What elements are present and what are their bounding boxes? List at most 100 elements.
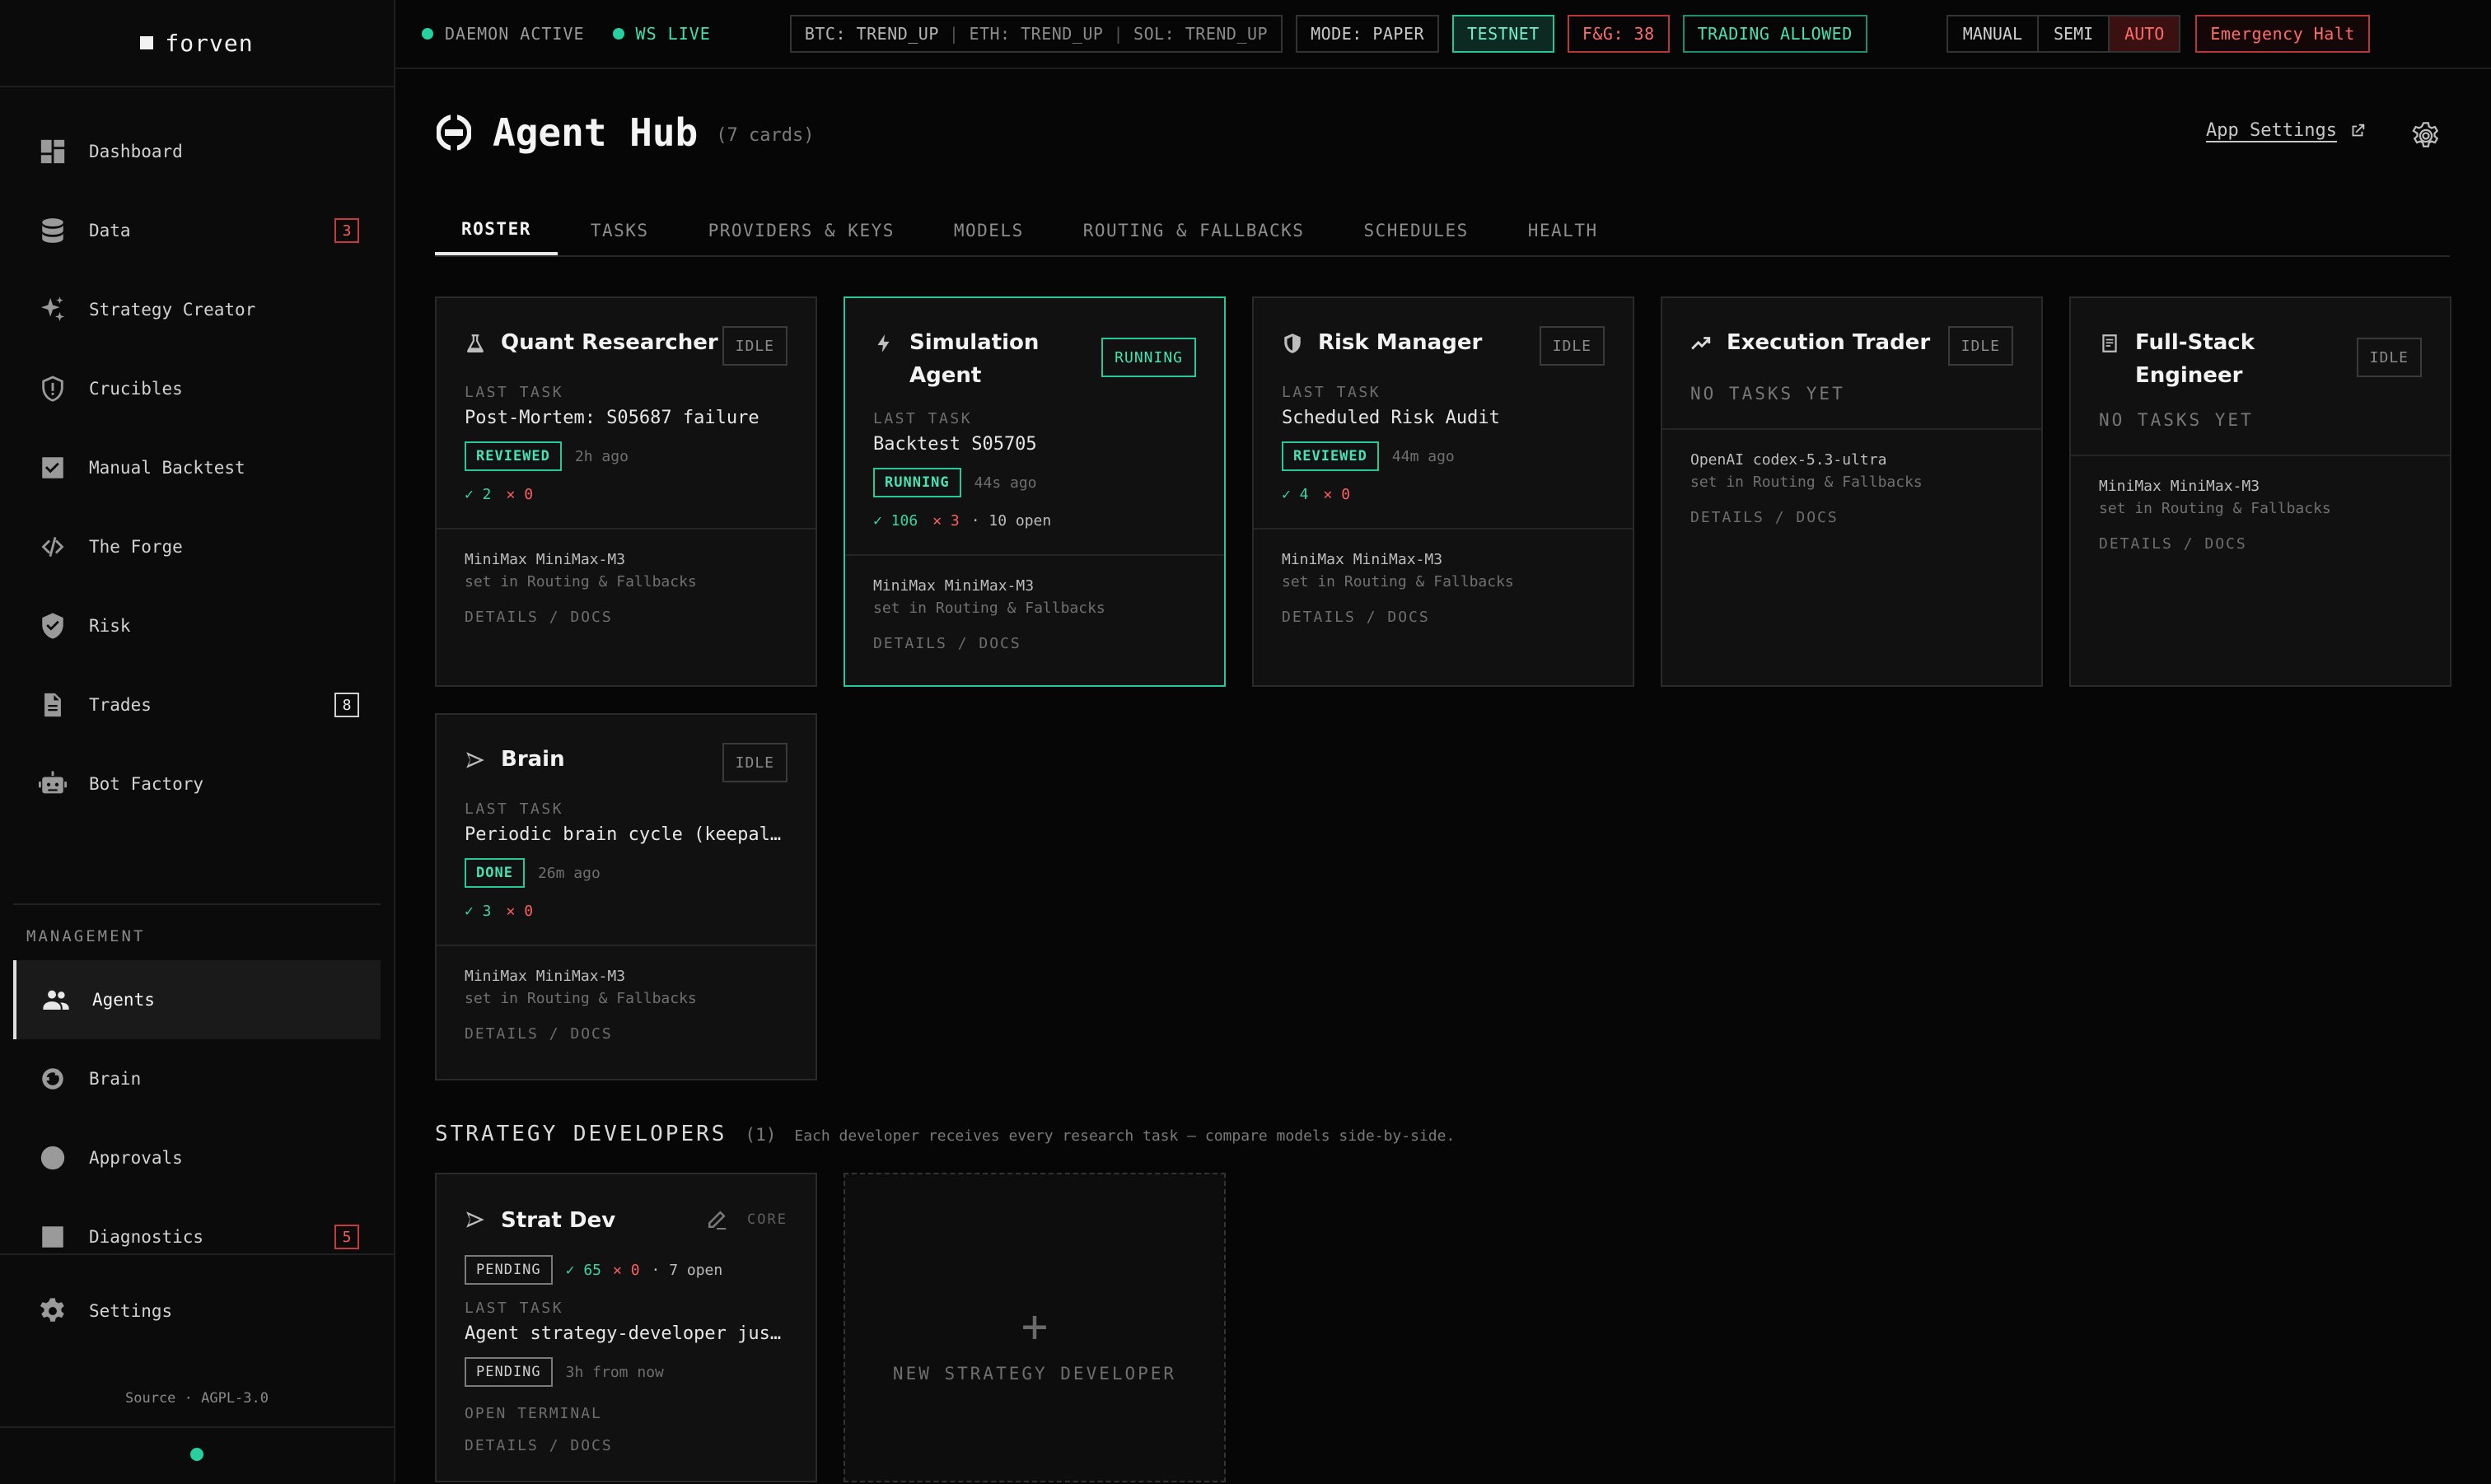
- agent-model: OpenAI codex-5.3-ultra: [1690, 451, 1887, 469]
- sidebar-item-manual-backtest[interactable]: Manual Backtest: [13, 428, 381, 507]
- ws-status-label: WS LIVE: [635, 24, 711, 44]
- sidebar-item-data[interactable]: Data 3: [13, 191, 381, 270]
- last-task-name: Scheduled Risk Audit: [1282, 408, 1500, 428]
- sidebar-item-dashboard[interactable]: Dashboard: [13, 112, 381, 191]
- tab-providers-keys[interactable]: PROVIDERS & KEYS: [682, 206, 921, 255]
- new-strategy-developer-button[interactable]: + NEW STRATEGY DEVELOPER: [844, 1173, 1226, 1482]
- agent-model: MiniMax MiniMax-M3: [465, 551, 626, 568]
- sidebar-item-label: Settings: [89, 1301, 173, 1321]
- shield-check-icon: [38, 611, 68, 641]
- sidebar-item-label: Data: [89, 221, 131, 240]
- agent-name: Quant Researcher: [501, 330, 718, 355]
- details-docs-link[interactable]: DETAILS / DOCS: [873, 635, 1196, 652]
- daemon-status: DAEMON ACTIVE: [422, 24, 585, 44]
- hub-tabs: ROSTER TASKS PROVIDERS & KEYS MODELS ROU…: [435, 206, 2450, 257]
- model-note: set in Routing & Fallbacks: [465, 573, 697, 590]
- fear-greed-badge: F&G: 38: [1567, 15, 1670, 53]
- last-task-label: LAST TASK: [465, 384, 564, 401]
- trades-count-badge: 8: [334, 693, 359, 717]
- mode-semi-button[interactable]: SEMI: [2039, 16, 2110, 51]
- data-count-badge: 3: [334, 218, 359, 243]
- sidebar-item-label: Dashboard: [89, 142, 183, 161]
- open-count: · 7 open: [651, 1261, 723, 1279]
- agent-name: Brain: [501, 747, 565, 772]
- brand-logo[interactable]: forven: [0, 0, 394, 87]
- agent-state-badge: IDLE: [1539, 326, 1605, 366]
- success-count: ✓ 106: [873, 512, 918, 530]
- success-count: ✓ 3: [465, 903, 492, 920]
- sol-trend: SOL: TREND_UP: [1133, 24, 1269, 44]
- edit-icon[interactable]: [704, 1207, 729, 1232]
- eth-trend: ETH: TREND_UP: [969, 24, 1104, 44]
- sidebar-item-bot-factory[interactable]: Bot Factory: [13, 744, 381, 824]
- sidebar-item-brain[interactable]: Brain: [13, 1039, 381, 1118]
- sidebar-item-settings[interactable]: Settings: [13, 1272, 381, 1351]
- section-title: STRATEGY DEVELOPERS: [435, 1122, 727, 1146]
- strategy-developer-card[interactable]: Strat Dev CORE PENDING ✓ 65 ✕ 0 · 7 open…: [435, 1173, 817, 1482]
- daemon-status-label: DAEMON ACTIVE: [445, 24, 585, 44]
- mode-auto-button[interactable]: AUTO: [2110, 16, 2180, 51]
- details-docs-link[interactable]: DETAILS / DOCS: [465, 1025, 787, 1043]
- task-time: 3h from now: [565, 1363, 664, 1381]
- details-docs-link[interactable]: DETAILS / DOCS: [1282, 609, 1605, 626]
- agent-card-simulation-agent[interactable]: Simulation Agent RUNNING LAST TASK Backt…: [844, 296, 1226, 687]
- task-status-badge: RUNNING: [873, 468, 961, 497]
- sidebar-item-crucibles[interactable]: Crucibles: [13, 349, 381, 428]
- agent-state-badge: IDLE: [1947, 326, 2013, 366]
- details-docs-link[interactable]: DETAILS / DOCS: [1690, 509, 2013, 526]
- gear-icon: [38, 1296, 68, 1326]
- file-list-icon: [2102, 334, 2117, 352]
- shield-alert-icon: [38, 374, 68, 404]
- card-count: (7 cards): [716, 124, 815, 146]
- sidebar-item-trades[interactable]: Trades 8: [13, 665, 381, 744]
- agent-card-full-stack-engineer[interactable]: Full-Stack Engineer IDLE NO TASKS YET Mi…: [2069, 296, 2451, 687]
- details-docs-link[interactable]: DETAILS / DOCS: [465, 609, 787, 626]
- app-settings-link[interactable]: App Settings: [2206, 120, 2367, 141]
- code-icon: [38, 532, 68, 562]
- last-task-label: LAST TASK: [1282, 384, 1381, 401]
- sidebar-item-label: Approvals: [89, 1148, 183, 1168]
- sidebar-item-risk[interactable]: Risk: [13, 586, 381, 665]
- no-tasks-label: NO TASKS YET: [1690, 384, 1845, 404]
- details-docs-link[interactable]: DETAILS / DOCS: [465, 1437, 787, 1454]
- agent-card-risk-manager[interactable]: Risk Manager IDLE LAST TASK Scheduled Ri…: [1252, 296, 1634, 687]
- open-terminal-link[interactable]: OPEN TERMINAL: [465, 1405, 787, 1422]
- task-status-badge: REVIEWED: [465, 441, 562, 471]
- agent-name: Strat Dev: [501, 1208, 616, 1233]
- agent-name: Execution Trader: [1727, 330, 1931, 355]
- tab-tasks[interactable]: TASKS: [564, 206, 675, 255]
- document-icon: [38, 690, 68, 720]
- task-time: 44m ago: [1391, 447, 1455, 465]
- sidebar-item-agents[interactable]: Agents: [13, 960, 381, 1039]
- tab-routing-fallbacks[interactable]: ROUTING & FALLBACKS: [1057, 206, 1331, 255]
- model-note: set in Routing & Fallbacks: [873, 600, 1105, 617]
- sidebar-item-strategy-creator[interactable]: Strategy Creator: [13, 270, 381, 349]
- tab-models[interactable]: MODELS: [928, 206, 1050, 255]
- hub-settings-icon[interactable]: [2412, 122, 2440, 150]
- diagnostics-icon: [38, 1222, 68, 1252]
- sidebar-item-the-forge[interactable]: The Forge: [13, 507, 381, 586]
- sidebar-item-approvals[interactable]: Approvals: [13, 1118, 381, 1197]
- failure-count: ✕ 0: [1323, 486, 1351, 503]
- model-note: set in Routing & Fallbacks: [1690, 474, 1923, 491]
- details-docs-link[interactable]: DETAILS / DOCS: [2099, 535, 2422, 553]
- tab-schedules[interactable]: SCHEDULES: [1337, 206, 1494, 255]
- sidebar-item-label: The Forge: [89, 537, 183, 557]
- source-license-link[interactable]: Source · AGPL-3.0: [0, 1390, 394, 1407]
- mode-pill: MODE: PAPER: [1296, 15, 1440, 53]
- plus-icon: +: [1021, 1300, 1049, 1352]
- agent-card-brain[interactable]: Brain IDLE LAST TASK Periodic brain cycl…: [435, 713, 817, 1080]
- success-count: ✓ 65: [565, 1261, 602, 1279]
- emergency-halt-button[interactable]: Emergency Halt: [2195, 15, 2370, 53]
- external-link-icon: [2352, 124, 2365, 136]
- network-badge: TESTNET: [1452, 15, 1554, 53]
- new-strategy-developer-label: NEW STRATEGY DEVELOPER: [892, 1364, 1177, 1384]
- tab-roster[interactable]: ROSTER: [435, 206, 558, 255]
- agent-state-badge: IDLE: [722, 743, 787, 782]
- mode-manual-button[interactable]: MANUAL: [1948, 16, 2039, 51]
- tab-health[interactable]: HEALTH: [1502, 206, 1624, 255]
- task-time: 26m ago: [537, 864, 601, 882]
- separator: |: [948, 24, 960, 44]
- agent-card-execution-trader[interactable]: Execution Trader IDLE NO TASKS YET OpenA…: [1661, 296, 2043, 687]
- agent-card-quant-researcher[interactable]: Quant Researcher IDLE LAST TASK Post-Mor…: [435, 296, 817, 687]
